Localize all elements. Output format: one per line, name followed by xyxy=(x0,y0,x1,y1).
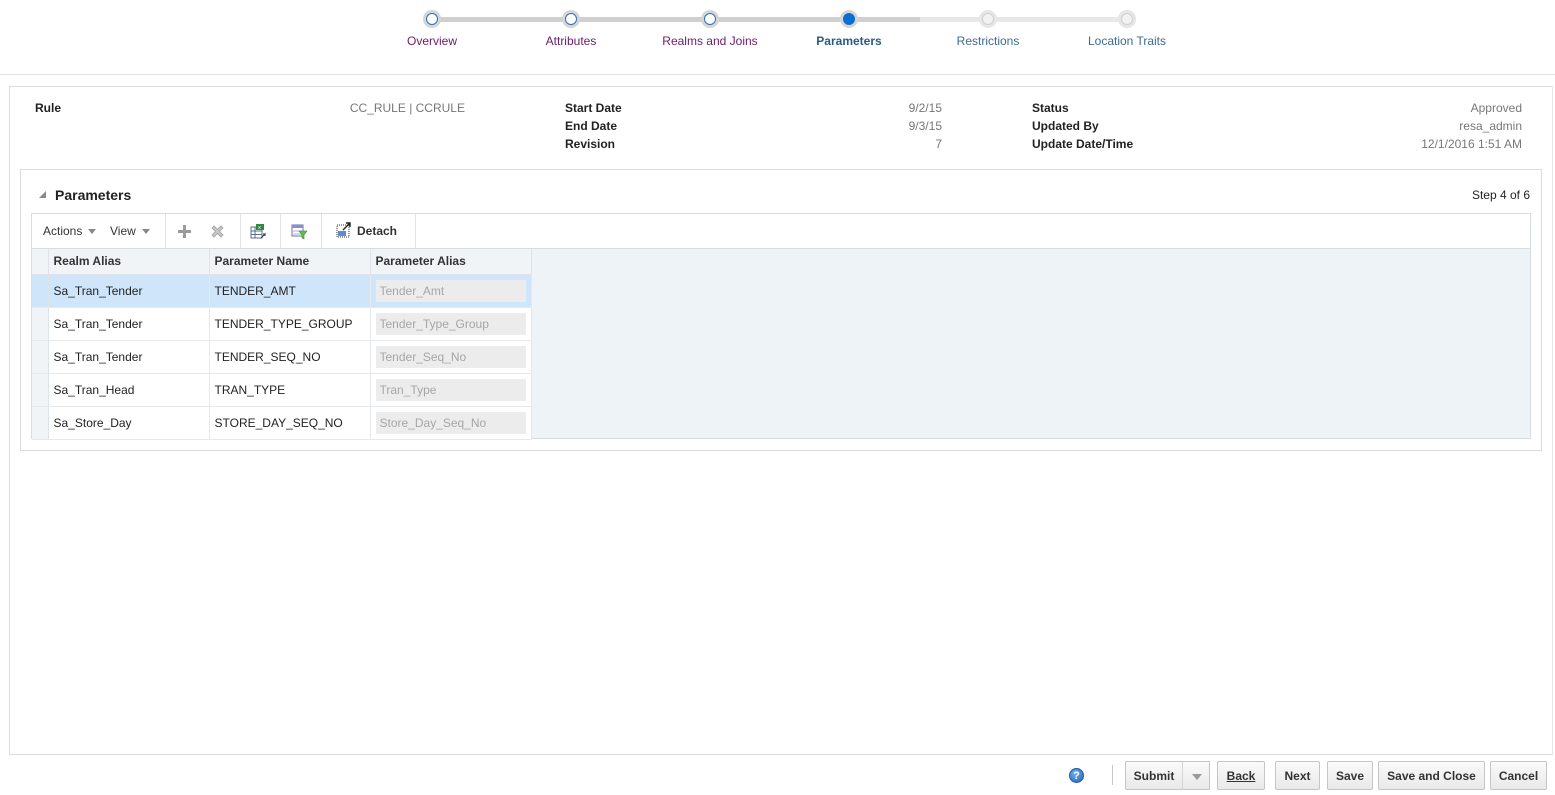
detach-icon xyxy=(336,222,351,238)
parameter-alias-input[interactable] xyxy=(375,312,526,335)
submit-dropdown-chevron-icon[interactable] xyxy=(1182,761,1210,790)
end-date-label: End Date xyxy=(565,119,618,133)
train-stop-dot-icon xyxy=(423,10,441,28)
table-row[interactable]: Sa_Tran_Tender TENDER_SEQ_NO xyxy=(32,340,532,374)
parameter-name-cell: TRAN_TYPE xyxy=(209,373,371,407)
table-row[interactable]: Sa_Tran_Tender TENDER_AMT xyxy=(32,274,532,308)
parameter-alias-input[interactable] xyxy=(375,378,526,401)
table-row[interactable]: Sa_Store_Day STORE_DAY_SEQ_NO xyxy=(32,406,532,440)
save-button[interactable]: Save xyxy=(1327,761,1373,790)
parameter-name-cell: TENDER_SEQ_NO xyxy=(209,340,371,374)
update-datetime-value: 12/1/2016 1:51 AM xyxy=(1421,137,1522,151)
row-header[interactable] xyxy=(32,307,49,341)
updated-by-label: Updated By xyxy=(1032,119,1099,133)
column-header-parameter-alias[interactable]: Parameter Alias xyxy=(370,249,532,275)
table-toolbar: Actions View x Detach xyxy=(32,214,1530,249)
chevron-down-icon xyxy=(88,229,97,235)
parameter-name-cell: TENDER_TYPE_GROUP xyxy=(209,307,371,341)
row-header[interactable] xyxy=(32,406,49,440)
cancel-button[interactable]: Cancel xyxy=(1490,761,1547,790)
back-button[interactable]: Back xyxy=(1217,761,1265,790)
parameter-alias-input[interactable] xyxy=(375,411,526,434)
parameter-alias-input[interactable] xyxy=(375,345,526,368)
realm-alias-cell: Sa_Tran_Tender xyxy=(48,340,210,374)
parameter-alias-cell xyxy=(370,373,532,407)
query-by-example-icon[interactable] xyxy=(291,223,308,240)
start-date-label: Start Date xyxy=(565,101,622,115)
toolbar-separator xyxy=(165,214,166,248)
table-row[interactable]: Sa_Tran_Head TRAN_TYPE xyxy=(32,373,532,407)
realm-alias-cell: Sa_Tran_Tender xyxy=(48,307,210,341)
start-date-value: 9/2/15 xyxy=(908,101,942,115)
step-indicator: Step 4 of 6 xyxy=(1471,188,1530,202)
chevron-down-icon xyxy=(141,229,150,235)
parameter-alias-input[interactable] xyxy=(375,279,526,302)
next-button[interactable]: Next xyxy=(1275,761,1320,790)
status-label: Status xyxy=(1032,101,1069,115)
delete-icon[interactable] xyxy=(209,223,226,240)
train-stop-dot-icon xyxy=(701,10,719,28)
train-stop-label: Restrictions xyxy=(956,34,1020,48)
train-stop-dot-icon xyxy=(562,10,580,28)
row-header[interactable] xyxy=(32,274,49,308)
parameters-table: Realm Alias Parameter Name Parameter Ali… xyxy=(32,249,532,440)
column-header-parameter-name[interactable]: Parameter Name xyxy=(209,249,371,275)
revision-label: Revision xyxy=(565,137,616,151)
update-datetime-label: Update Date/Time xyxy=(1032,137,1134,151)
toolbar-separator xyxy=(240,214,241,248)
row-header[interactable] xyxy=(32,340,49,374)
parameter-alias-cell xyxy=(370,406,532,440)
train-stop-label: Realms and Joins xyxy=(662,34,758,48)
process-train: Overview Attributes Realms and Joins Par… xyxy=(0,0,1555,60)
parameters-title: Parameters xyxy=(55,187,132,203)
view-menu[interactable]: View xyxy=(110,214,150,248)
parameter-name-cell: STORE_DAY_SEQ_NO xyxy=(209,406,371,440)
toolbar-separator xyxy=(280,214,281,248)
parameters-table-frame: Actions View x Detach Realm Alias Parame… xyxy=(31,213,1531,440)
actions-menu-label: Actions xyxy=(43,224,83,238)
parameter-alias-cell xyxy=(370,274,532,308)
view-menu-label: View xyxy=(110,224,136,238)
svg-text:x: x xyxy=(258,225,261,231)
train-stop-dot-icon xyxy=(979,10,997,28)
rule-value: CC_RULE | CCRULE xyxy=(349,101,465,115)
export-to-excel-icon[interactable]: x xyxy=(250,223,267,240)
detach-button[interactable]: Detach xyxy=(336,214,397,248)
table-row[interactable]: Sa_Tran_Tender TENDER_TYPE_GROUP xyxy=(32,307,532,341)
row-header[interactable] xyxy=(32,373,49,407)
submit-button[interactable]: Submit xyxy=(1125,761,1183,790)
parameters-header[interactable]: Parameters xyxy=(36,187,131,203)
revision-value: 7 xyxy=(935,137,942,151)
toolbar-separator xyxy=(415,214,416,248)
toolbar-separator xyxy=(321,214,322,248)
actions-menu[interactable]: Actions xyxy=(43,214,97,248)
train-stop-dot-icon xyxy=(1118,10,1136,28)
train-stop-dot-icon xyxy=(840,10,858,28)
train-stop-label: Parameters xyxy=(816,34,882,48)
column-header-realm-alias[interactable]: Realm Alias xyxy=(48,249,210,275)
status-value: Approved xyxy=(1470,101,1522,115)
parameter-name-cell: TENDER_AMT xyxy=(209,274,371,308)
parameter-alias-cell xyxy=(370,307,532,341)
train-track-remaining xyxy=(920,17,1128,22)
footer-separator xyxy=(1112,765,1113,785)
realm-alias-cell: Sa_Tran_Tender xyxy=(48,274,210,308)
train-stop-label: Location Traits xyxy=(1087,34,1167,48)
train-stop-label: Attributes xyxy=(545,34,597,48)
train-stop-label: Overview xyxy=(406,34,457,48)
realm-alias-cell: Sa_Store_Day xyxy=(48,406,210,440)
back-label: Back xyxy=(1226,768,1256,783)
row-header-column xyxy=(32,249,49,275)
help-icon[interactable]: ? xyxy=(1069,768,1084,783)
updated-by-value: resa_admin xyxy=(1459,119,1522,133)
add-icon[interactable] xyxy=(176,223,193,240)
parameter-alias-cell xyxy=(370,340,532,374)
divider xyxy=(0,74,1555,75)
rule-label: Rule xyxy=(35,101,62,115)
detach-label: Detach xyxy=(357,224,398,238)
realm-alias-cell: Sa_Tran_Head xyxy=(48,373,210,407)
table-header-row: Realm Alias Parameter Name Parameter Ali… xyxy=(32,249,532,275)
save-and-close-button[interactable]: Save and Close xyxy=(1378,761,1485,790)
end-date-value: 9/3/15 xyxy=(908,119,942,133)
